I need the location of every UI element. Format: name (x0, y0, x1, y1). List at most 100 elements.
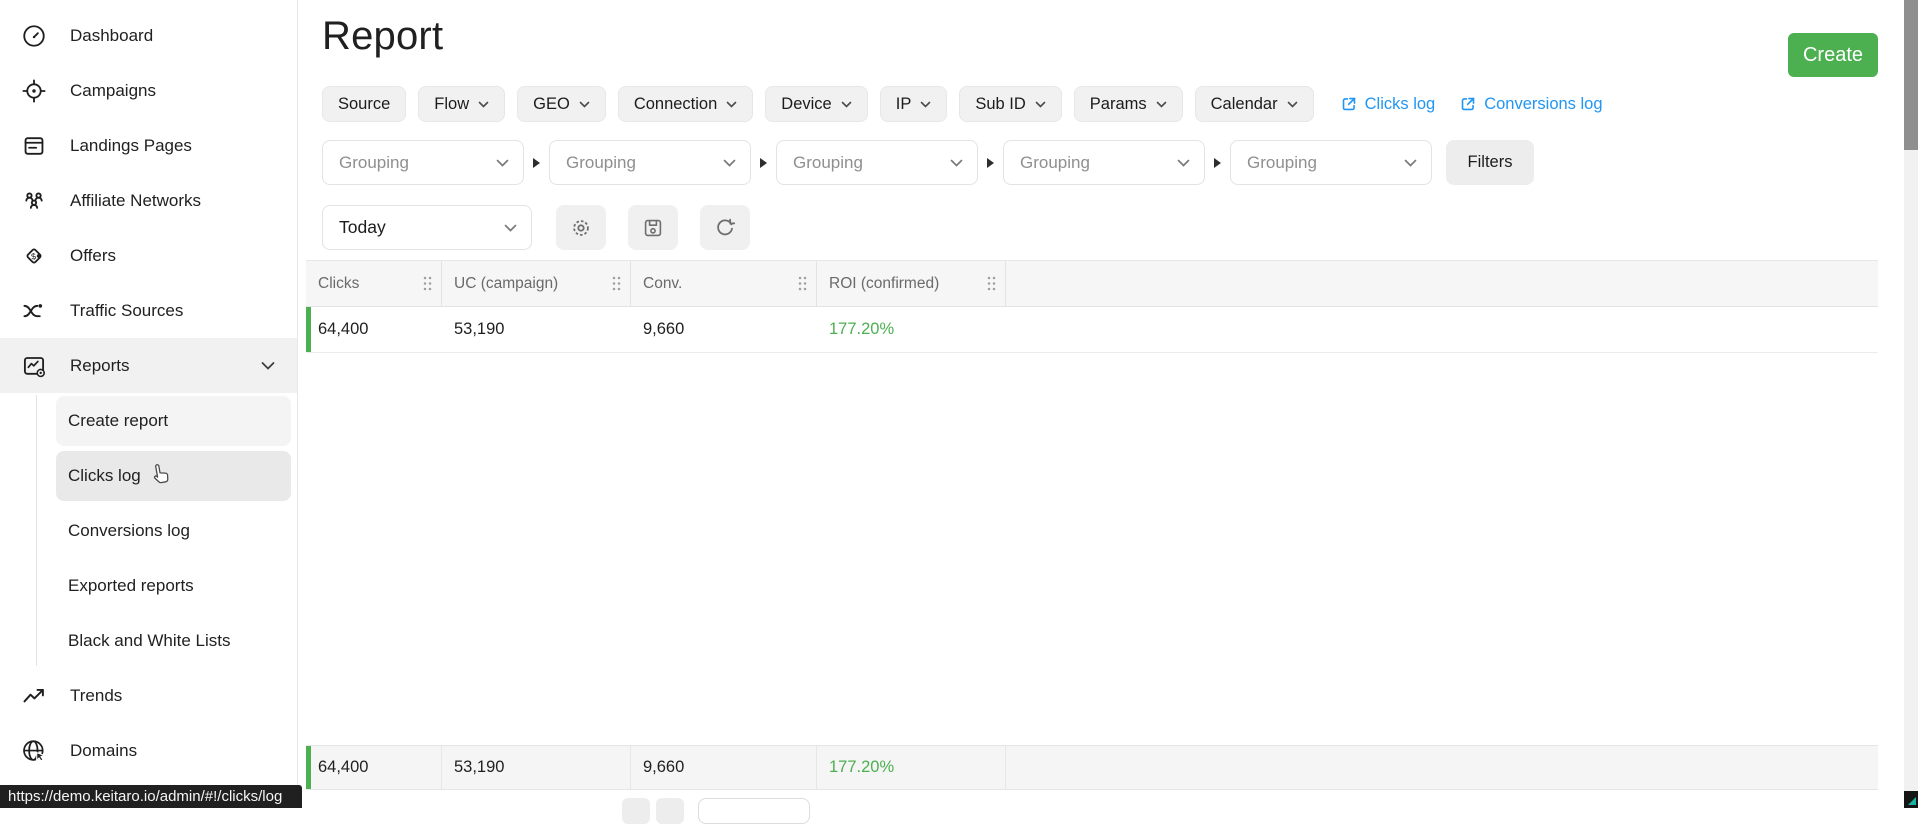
caret-right-icon (1214, 158, 1221, 168)
chevron-down-icon (496, 159, 509, 167)
column-label: UC (campaign) (454, 275, 558, 293)
chip-label: Params (1090, 95, 1147, 114)
sidebar-item-label: Offers (70, 246, 116, 266)
filter-chip-ip[interactable]: IP (880, 86, 948, 122)
grouping-placeholder: Grouping (566, 153, 636, 173)
pagination-prev-button[interactable] (622, 798, 650, 824)
chip-label: GEO (533, 95, 570, 114)
link-label: Clicks log (1365, 95, 1436, 114)
chip-label: Flow (434, 95, 469, 114)
sidebar-item-landings[interactable]: Landings Pages (0, 118, 297, 173)
table-totals-row: 64,400 53,190 9,660 177.20% (306, 745, 1878, 790)
filter-chip-geo[interactable]: GEO (517, 86, 606, 122)
sidebar-item-campaigns[interactable]: Campaigns (0, 63, 297, 118)
filter-chip-subid[interactable]: Sub ID (959, 86, 1061, 122)
sidebar-subitem-exported-reports[interactable]: Exported reports (0, 558, 297, 613)
total-clicks: 64,400 (306, 746, 442, 789)
caret-right-icon (533, 158, 540, 168)
grouping-select-1[interactable]: Grouping (322, 140, 524, 185)
row-accent-bar (306, 307, 311, 352)
resize-grip-icon (1908, 797, 1916, 805)
sidebar-item-label: Domains (70, 741, 137, 761)
drag-handle-icon[interactable] (422, 275, 433, 292)
sidebar-subitem-clicks-log[interactable]: Clicks log (0, 448, 297, 503)
sidebar-item-label: Traffic Sources (70, 301, 183, 321)
subitem-label: Clicks log (56, 451, 291, 501)
chevron-down-icon (579, 101, 590, 108)
report-settings-button[interactable] (556, 205, 606, 250)
traffic-split-icon (21, 298, 47, 324)
column-label: Conv. (643, 275, 682, 293)
sidebar-item-offers[interactable]: $ Offers (0, 228, 297, 283)
filter-chip-flow[interactable]: Flow (418, 86, 505, 122)
chevron-down-icon (1287, 101, 1298, 108)
rows-per-page-select[interactable] (698, 798, 810, 824)
save-report-button[interactable] (628, 205, 678, 250)
column-header-clicks[interactable]: Clicks (306, 261, 442, 306)
chip-label: Calendar (1211, 95, 1278, 114)
scrollbar-corner (1904, 791, 1918, 808)
toolbar-row: Today (322, 205, 750, 250)
sidebar-subitem-create-report[interactable]: Create report (0, 393, 297, 448)
drag-handle-icon[interactable] (611, 275, 622, 292)
drag-handle-icon[interactable] (797, 275, 808, 292)
sidebar-item-domains[interactable]: Domains (0, 723, 297, 778)
sidebar-item-trends[interactable]: Trends (0, 668, 297, 723)
filter-chip-source[interactable]: Source (322, 86, 406, 122)
conversions-log-link[interactable]: Conversions log (1459, 95, 1602, 114)
chevron-down-icon (1177, 159, 1190, 167)
grouping-select-5[interactable]: Grouping (1230, 140, 1432, 185)
gauge-icon (21, 23, 47, 49)
subitem-label: Conversions log (56, 506, 291, 556)
date-range-select[interactable]: Today (322, 205, 532, 250)
column-header-conv[interactable]: Conv. (631, 261, 817, 306)
chevron-down-icon (504, 224, 517, 232)
filter-chip-params[interactable]: Params (1074, 86, 1183, 122)
chevron-down-icon (950, 159, 963, 167)
refresh-icon (713, 216, 737, 240)
filter-chip-device[interactable]: Device (765, 86, 867, 122)
save-floppy-icon (641, 216, 665, 240)
sidebar-subitem-black-white-lists[interactable]: Black and White Lists (0, 613, 297, 668)
chevron-down-icon (261, 361, 275, 370)
external-link-icon (1459, 95, 1477, 113)
scrollbar-track (1904, 0, 1918, 808)
sidebar-item-dashboard[interactable]: Dashboard (0, 8, 297, 63)
refresh-button[interactable] (700, 205, 750, 250)
link-label: Conversions log (1484, 95, 1602, 114)
sidebar-subitem-conversions-log[interactable]: Conversions log (0, 503, 297, 558)
chevron-down-icon (841, 101, 852, 108)
column-header-roi-confirmed[interactable]: ROI (confirmed) (817, 261, 1006, 306)
column-header-uc-campaign[interactable]: UC (campaign) (442, 261, 631, 306)
filters-button[interactable]: Filters (1446, 140, 1534, 185)
status-url-tooltip: https://demo.keitaro.io/admin/#!/clicks/… (0, 785, 302, 808)
sidebar-item-traffic-sources[interactable]: Traffic Sources (0, 283, 297, 338)
total-spacer (1006, 746, 1878, 789)
sidebar-item-label: Trends (70, 686, 122, 706)
sidebar-item-affiliate-networks[interactable]: Affiliate Networks (0, 173, 297, 228)
grouping-select-3[interactable]: Grouping (776, 140, 978, 185)
filter-chip-calendar[interactable]: Calendar (1195, 86, 1314, 122)
sidebar-item-label: Affiliate Networks (70, 191, 201, 211)
grouping-select-4[interactable]: Grouping (1003, 140, 1205, 185)
chevron-down-icon (1035, 101, 1046, 108)
row-accent-bar (306, 746, 311, 789)
pagination-next-button[interactable] (656, 798, 684, 824)
create-button[interactable]: Create (1788, 33, 1878, 77)
drag-handle-icon[interactable] (986, 275, 997, 292)
people-network-icon (21, 188, 47, 214)
table-row: 64,400 53,190 9,660 177.20% (306, 307, 1878, 353)
target-icon (21, 78, 47, 104)
filter-chip-connection[interactable]: Connection (618, 86, 753, 122)
date-range-value: Today (339, 217, 386, 238)
grouping-select-2[interactable]: Grouping (549, 140, 751, 185)
main-content: Report Create Source Flow GEO Connection… (298, 0, 1918, 808)
subitem-label: Create report (56, 396, 291, 446)
chevron-down-icon (723, 159, 736, 167)
grouping-placeholder: Grouping (793, 153, 863, 173)
clicks-log-link[interactable]: Clicks log (1340, 95, 1436, 114)
scrollbar-thumb[interactable] (1904, 0, 1918, 150)
chevron-down-icon (726, 101, 737, 108)
filter-chips-row: Source Flow GEO Connection Device IP Sub… (322, 86, 1603, 122)
sidebar-item-reports[interactable]: Reports (0, 338, 297, 393)
